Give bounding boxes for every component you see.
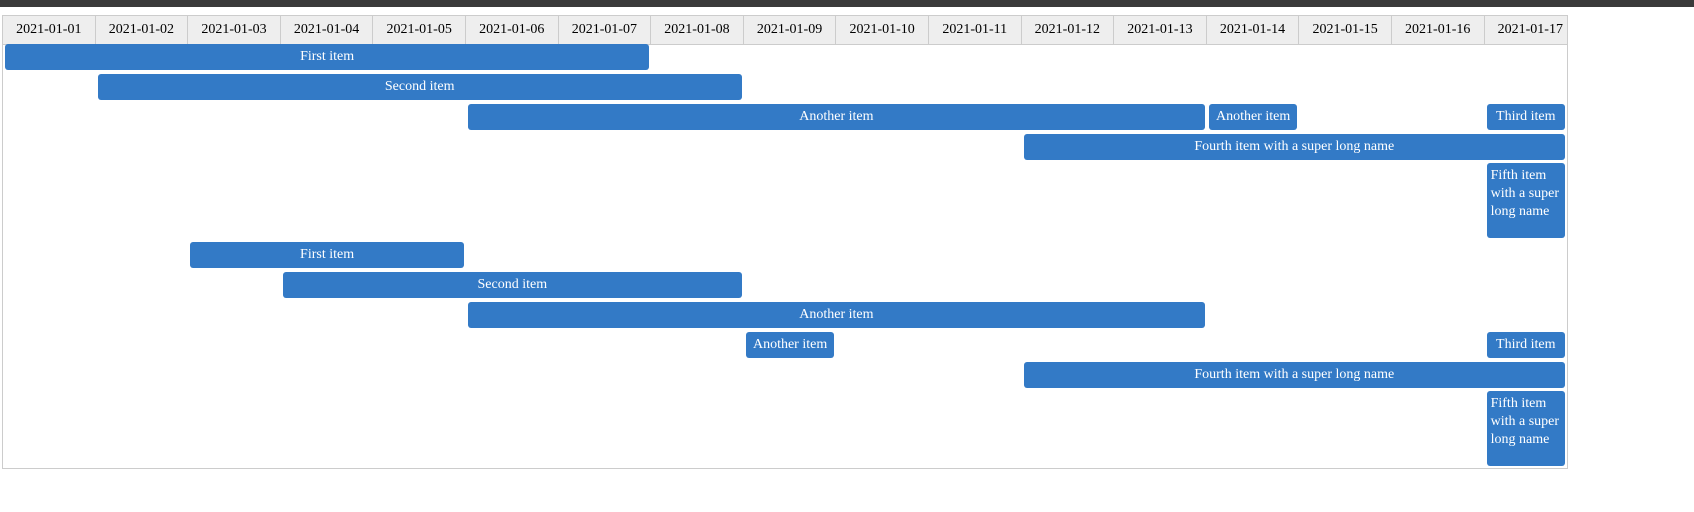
date-header-cell: 2021-01-13 <box>1114 16 1207 44</box>
timeline-item[interactable]: Fourth item with a super long name <box>1023 134 1565 160</box>
date-header-cell: 2021-01-11 <box>929 16 1022 44</box>
timeline-item[interactable]: Second item <box>97 74 742 100</box>
timeline-item[interactable]: Another item <box>468 302 1205 328</box>
date-header-cell: 2021-01-04 <box>281 16 374 44</box>
date-header: 2021-01-01 2021-01-02 2021-01-03 2021-01-04… <box>3 16 1568 45</box>
date-header-cell: 2021-01-12 <box>1022 16 1115 44</box>
timeline-item[interactable]: Third item <box>1486 332 1565 358</box>
date-header-cell: 2021-01-17 <box>1485 16 1568 44</box>
timeline-item[interactable]: Third item <box>1486 104 1565 130</box>
date-header-cell: 2021-01-02 <box>96 16 189 44</box>
date-header-cell: 2021-01-15 <box>1299 16 1392 44</box>
timeline-item[interactable]: Another item <box>1208 104 1298 130</box>
window-top-bar <box>0 0 1694 7</box>
date-header-cell: 2021-01-08 <box>651 16 744 44</box>
date-header-cell: 2021-01-07 <box>559 16 652 44</box>
date-header-cell: 2021-01-06 <box>466 16 559 44</box>
timeline-item[interactable]: Fifth item with a super long name <box>1486 163 1565 238</box>
date-header-cell: 2021-01-01 <box>3 16 96 44</box>
timeline: 2021-01-01 2021-01-02 2021-01-03 2021-01-04… <box>2 15 1568 469</box>
timeline-item[interactable]: Fifth item with a super long name <box>1486 391 1565 466</box>
timeline-item[interactable]: Another item <box>468 104 1205 130</box>
date-header-cell: 2021-01-14 <box>1207 16 1300 44</box>
timeline-item[interactable]: Another item <box>745 332 835 358</box>
date-header-cell: 2021-01-03 <box>188 16 281 44</box>
timeline-item[interactable]: First item <box>190 242 464 268</box>
timeline-item[interactable]: First item <box>5 44 650 70</box>
date-header-cell: 2021-01-05 <box>373 16 466 44</box>
timeline-item[interactable]: Fourth item with a super long name <box>1023 362 1565 388</box>
date-header-cell: 2021-01-10 <box>836 16 929 44</box>
timeline-item[interactable]: Second item <box>282 272 742 298</box>
date-header-cell: 2021-01-09 <box>744 16 837 44</box>
date-header-cell: 2021-01-16 <box>1392 16 1485 44</box>
